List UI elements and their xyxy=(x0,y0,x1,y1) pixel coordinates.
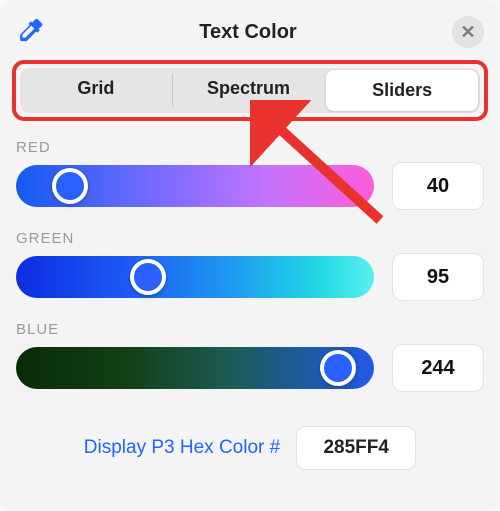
red-slider-knob[interactable] xyxy=(52,168,88,204)
tab-grid[interactable]: Grid xyxy=(20,68,172,113)
panel-title: Text Color xyxy=(199,21,296,44)
close-icon: ✕ xyxy=(460,22,475,43)
blue-row: BLUE 244 xyxy=(16,321,484,392)
header: Text Color ✕ xyxy=(12,10,488,54)
hex-label[interactable]: Display P3 Hex Color # xyxy=(84,437,280,459)
segmented-control: Grid Spectrum Sliders xyxy=(20,68,480,113)
green-label: GREEN xyxy=(16,230,484,247)
green-slider-knob[interactable] xyxy=(130,259,166,295)
red-row: RED 40 xyxy=(16,139,484,210)
green-value-input[interactable]: 95 xyxy=(392,253,484,301)
tab-spectrum[interactable]: Spectrum xyxy=(173,68,325,113)
blue-slider[interactable] xyxy=(16,347,374,389)
hex-row: Display P3 Hex Color # 285FF4 xyxy=(12,426,488,470)
close-button[interactable]: ✕ xyxy=(452,16,484,48)
segmented-control-highlight: Grid Spectrum Sliders xyxy=(12,60,488,121)
blue-label: BLUE xyxy=(16,321,484,338)
blue-slider-knob[interactable] xyxy=(320,350,356,386)
green-row: GREEN 95 xyxy=(16,230,484,301)
eyedropper-icon[interactable] xyxy=(16,16,44,49)
hex-value-input[interactable]: 285FF4 xyxy=(296,426,416,470)
blue-value-input[interactable]: 244 xyxy=(392,344,484,392)
green-slider[interactable] xyxy=(16,256,374,298)
red-label: RED xyxy=(16,139,484,156)
red-slider[interactable] xyxy=(16,165,374,207)
sliders-section: RED 40 GREEN 95 BLUE xyxy=(12,139,488,406)
color-picker-panel: Text Color ✕ Grid Spectrum Sliders RED 4… xyxy=(0,0,500,511)
tab-sliders[interactable]: Sliders xyxy=(326,70,478,111)
red-value-input[interactable]: 40 xyxy=(392,162,484,210)
